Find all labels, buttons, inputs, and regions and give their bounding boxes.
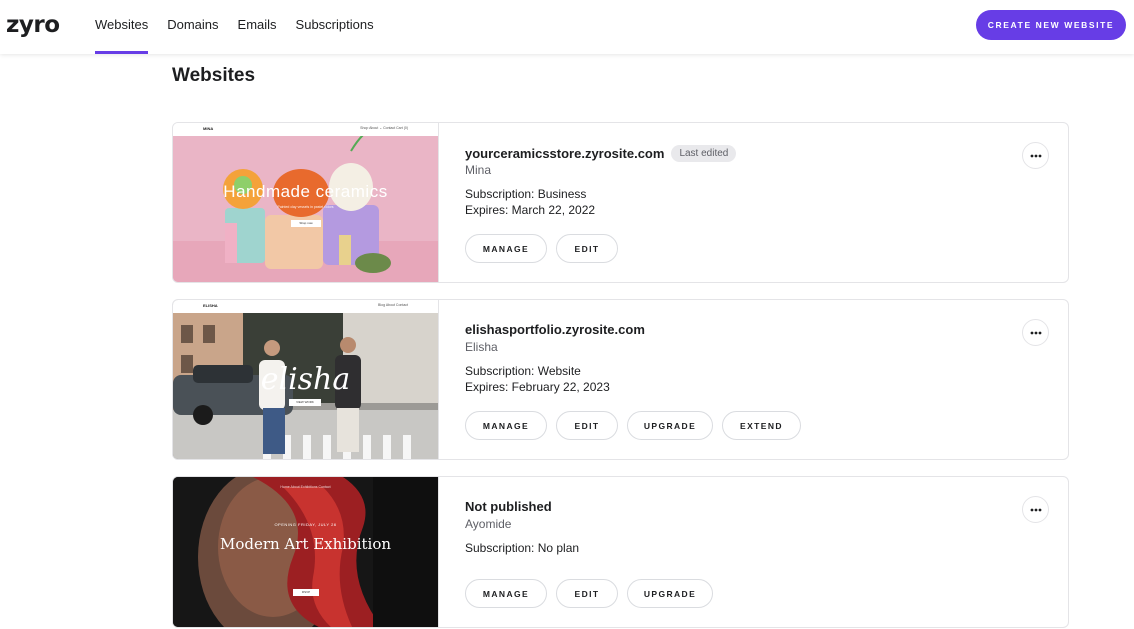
- thumbnail-hero-button: VIEW WORK: [289, 399, 321, 406]
- website-card: MINA Shop About ⌄ Contact Cart (0) Handm…: [172, 122, 1069, 283]
- thumbnail-links: Shop About ⌄ Contact Cart (0): [360, 126, 408, 130]
- subscription-plan: Subscription: No plan: [465, 541, 580, 555]
- thumbnail-navbar: MINA Shop About ⌄ Contact Cart (0): [173, 123, 438, 136]
- zyro-logo[interactable]: zyro: [6, 12, 60, 38]
- thumbnail-hero-subtitle: Painted clay vessels in pastel colors: [277, 205, 334, 209]
- website-info: Not published Ayomide Subscription: No p…: [465, 477, 1068, 627]
- domain-row: yourceramicsstore.zyrosite.com Last edit…: [465, 145, 737, 162]
- action-buttons: MANAGE EDIT UPGRADE: [465, 579, 722, 608]
- website-info: yourceramicsstore.zyrosite.com Last edit…: [465, 123, 1068, 282]
- website-owner: Elisha: [465, 340, 498, 354]
- action-buttons: MANAGE EDIT: [465, 234, 627, 263]
- expiry-date: Expires: February 22, 2023: [465, 380, 610, 394]
- domain-row: elishasportfolio.zyrosite.com: [465, 322, 645, 337]
- thumbnail-brand: MINA: [203, 126, 214, 131]
- thumbnail-navbar: ELISHA Blog About Contact: [173, 300, 438, 313]
- more-options-button[interactable]: [1022, 142, 1049, 169]
- thumbnail-links: Blog About Contact: [378, 303, 408, 307]
- thumbnail-hero-title: elisha: [260, 362, 351, 397]
- domain-row: Not published: [465, 499, 552, 514]
- thumbnail-hero-button: RSVP: [293, 589, 319, 596]
- more-options-button[interactable]: [1022, 496, 1049, 523]
- website-card: Home About Exhibitions Contact OPENING F…: [172, 476, 1069, 628]
- thumbnail-links: Home About Exhibitions Contact: [280, 485, 331, 489]
- website-domain[interactable]: elishasportfolio.zyrosite.com: [465, 322, 645, 337]
- edit-button[interactable]: EDIT: [556, 579, 618, 608]
- more-dots-icon: [1030, 331, 1041, 334]
- website-thumbnail[interactable]: ELISHA Blog About Contact elisha VIEW WO…: [173, 300, 439, 459]
- subscription-plan: Subscription: Business: [465, 187, 587, 201]
- nav-domains[interactable]: Domains: [167, 0, 218, 54]
- manage-button[interactable]: MANAGE: [465, 411, 547, 440]
- more-options-button[interactable]: [1022, 319, 1049, 346]
- main-nav: Websites Domains Emails Subscriptions: [95, 0, 393, 54]
- website-card: ELISHA Blog About Contact elisha VIEW WO…: [172, 299, 1069, 460]
- ceramics-hero-image: [173, 134, 438, 282]
- website-thumbnail[interactable]: MINA Shop About ⌄ Contact Cart (0) Handm…: [173, 123, 439, 282]
- edit-button[interactable]: EDIT: [556, 234, 618, 263]
- website-thumbnail[interactable]: Home About Exhibitions Contact OPENING F…: [173, 477, 439, 627]
- thumbnail-hero-kicker: OPENING FRIDAY, JULY 26: [274, 522, 337, 527]
- thumbnail-hero-button: Shop now: [291, 220, 321, 227]
- more-dots-icon: [1030, 154, 1041, 157]
- nav-subscriptions[interactable]: Subscriptions: [296, 0, 374, 54]
- subscription-plan: Subscription: Website: [465, 364, 581, 378]
- nav-emails[interactable]: Emails: [238, 0, 277, 54]
- upgrade-button[interactable]: UPGRADE: [627, 411, 713, 440]
- thumbnail-hero-title: Modern Art Exhibition: [219, 535, 392, 553]
- thumbnail-hero-title: Handmade ceramics: [223, 182, 388, 201]
- expiry-date: Expires: March 22, 2022: [465, 203, 596, 217]
- top-navigation-bar: zyro Websites Domains Emails Subscriptio…: [0, 0, 1134, 54]
- thumbnail-brand: ELISHA: [203, 303, 218, 308]
- website-domain[interactable]: yourceramicsstore.zyrosite.com: [465, 146, 664, 161]
- website-domain: Not published: [465, 499, 552, 514]
- manage-button[interactable]: MANAGE: [465, 579, 547, 608]
- website-owner: Mina: [465, 163, 492, 177]
- extend-button[interactable]: EXTEND: [722, 411, 801, 440]
- nav-websites[interactable]: Websites: [95, 0, 149, 54]
- website-owner: Ayomide: [465, 517, 512, 531]
- create-new-website-button[interactable]: CREATE NEW WEBSITE: [976, 10, 1126, 40]
- more-dots-icon: [1030, 508, 1041, 511]
- website-info: elishasportfolio.zyrosite.com Elisha Sub…: [465, 300, 1068, 459]
- manage-button[interactable]: MANAGE: [465, 234, 547, 263]
- edit-button[interactable]: EDIT: [556, 411, 618, 440]
- upgrade-button[interactable]: UPGRADE: [627, 579, 713, 608]
- last-edited-badge: Last edited: [671, 145, 737, 162]
- page-title: Websites: [172, 65, 256, 86]
- action-buttons: MANAGE EDIT UPGRADE EXTEND: [465, 411, 810, 440]
